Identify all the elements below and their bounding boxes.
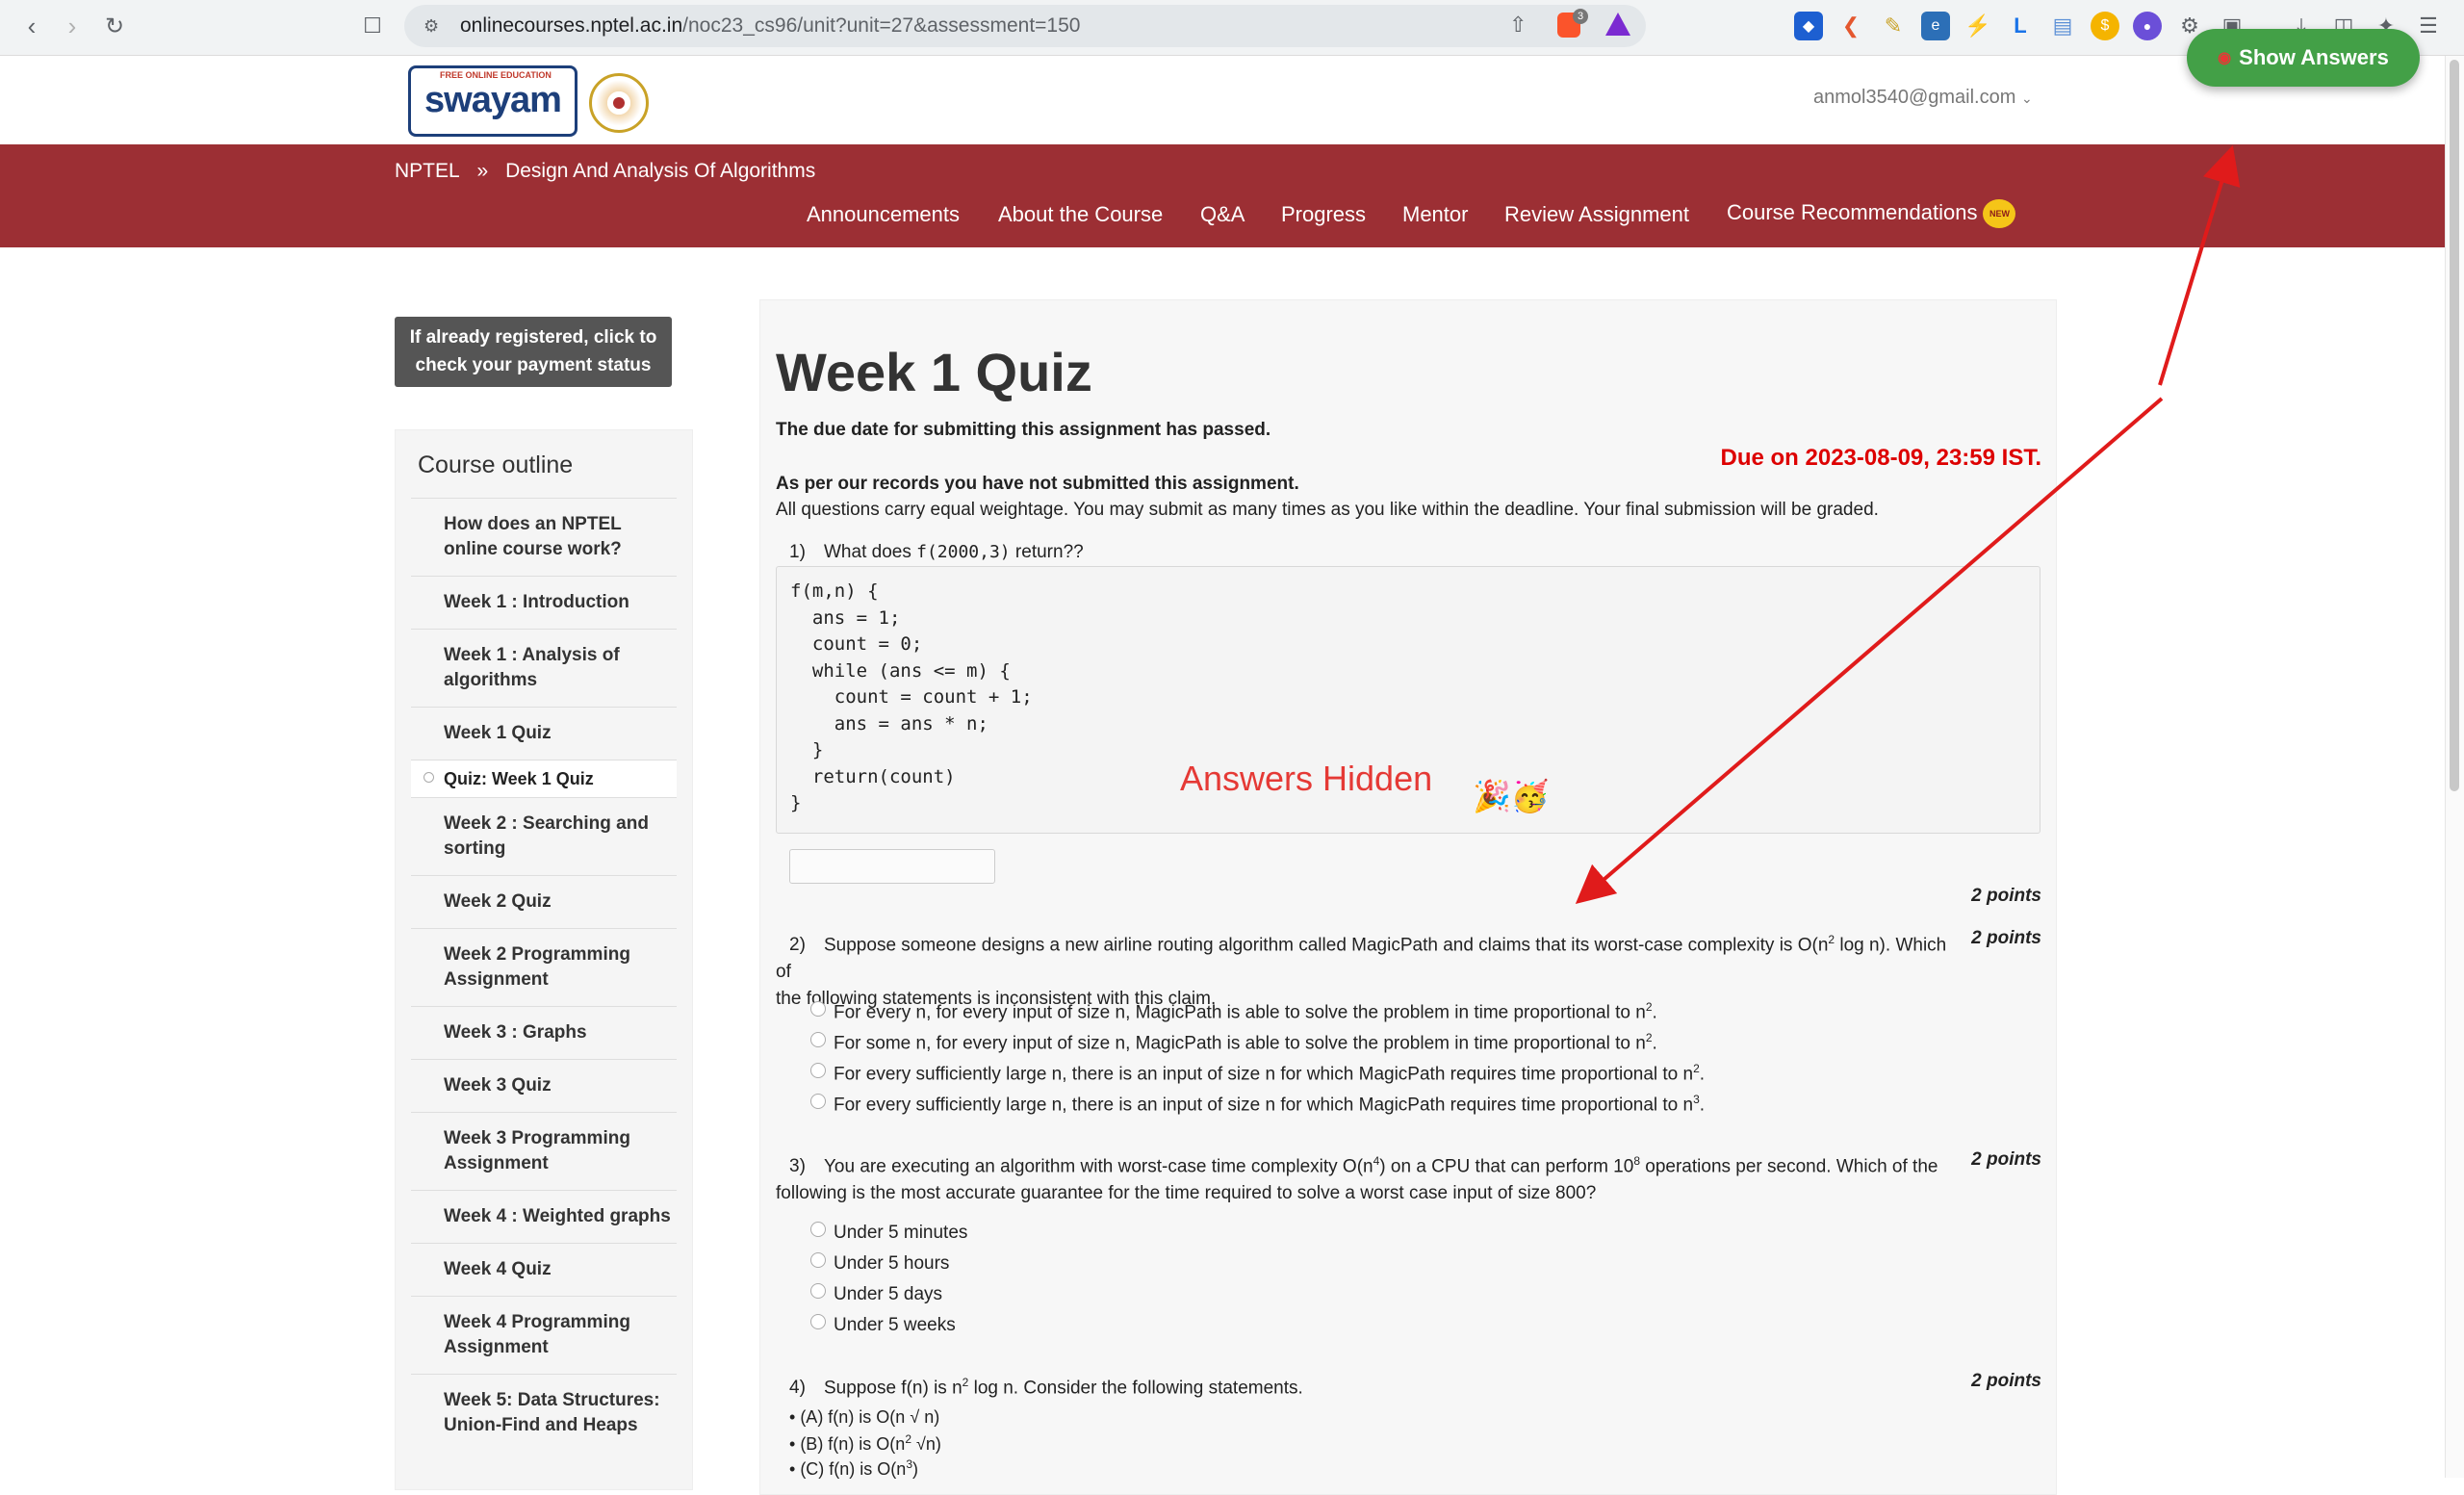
arrow-to-show-answers xyxy=(2158,144,2241,386)
arrow-to-answer-input xyxy=(1575,397,2164,905)
annotation-arrows xyxy=(1575,144,2241,905)
